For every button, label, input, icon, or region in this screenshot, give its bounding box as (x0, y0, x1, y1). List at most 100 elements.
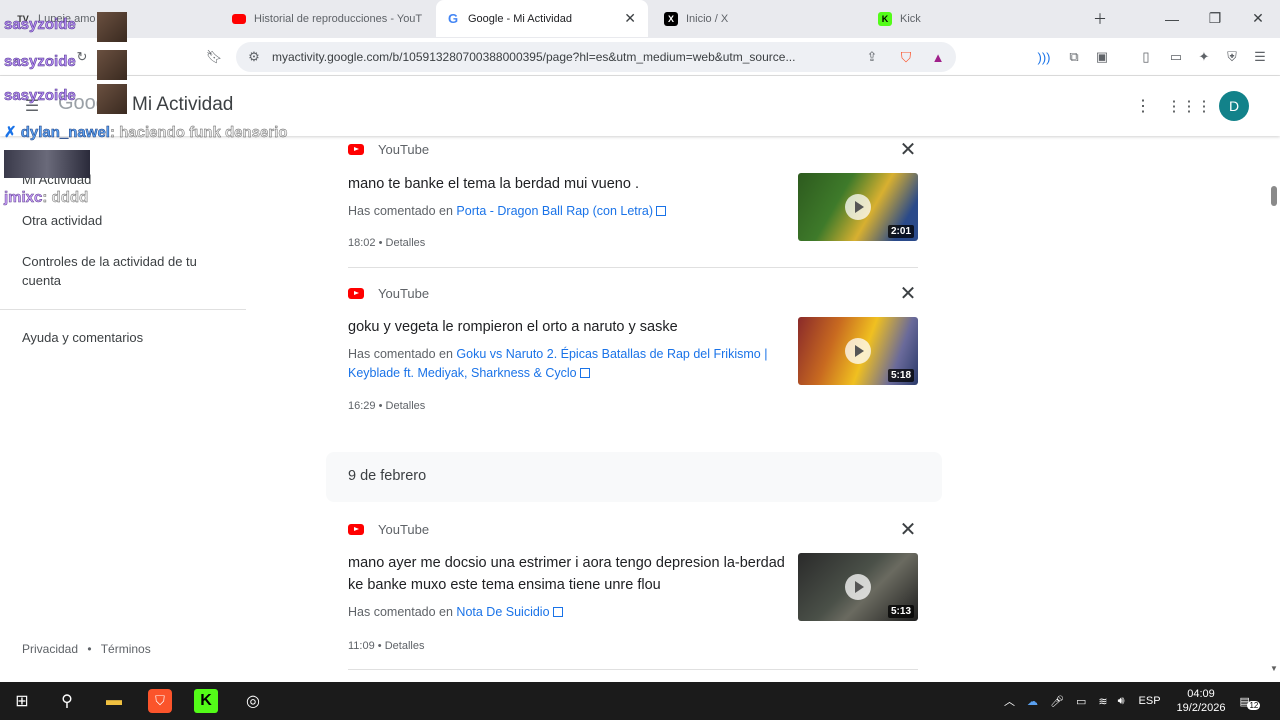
external-link-icon (552, 607, 563, 617)
url-field[interactable]: ⚙ myactivity.google.com/b/10591328070038… (236, 42, 956, 72)
x-icon: X (664, 11, 678, 26)
search-icon[interactable]: ⚲ (53, 687, 81, 715)
date-header: 9 de febrero (326, 452, 942, 502)
video-link[interactable]: Porta - Dragon Ball Rap (con Letra) (456, 204, 667, 218)
avatar[interactable]: D (1219, 91, 1249, 121)
site-settings-icon[interactable]: ⚙ (244, 47, 264, 67)
bookmark-icon[interactable]: 🔖︎ (204, 47, 224, 67)
clock[interactable]: 04:09 19/2/2026 (1177, 687, 1226, 715)
tab-google-activity[interactable]: G Google - Mi Actividad ✕ (436, 0, 648, 37)
video-thumbnail[interactable]: 2:01 (798, 173, 918, 241)
privacy-link[interactable]: Privacidad (22, 642, 78, 656)
overlay-chat-line: jmixc: dddd (4, 189, 89, 207)
sidebar-item-ayuda[interactable]: Ayuda y comentarios (22, 328, 143, 347)
overlay-username: sasyzoide (4, 87, 76, 105)
brave-shield-icon[interactable]: ⛉ (896, 47, 916, 67)
delete-item-icon[interactable]: ✕ (898, 137, 918, 162)
activity-time-row: 16:29 • Detalles (348, 400, 425, 412)
comment-prefix: Has comentado en (348, 347, 453, 361)
share-icon[interactable]: ⇪ (862, 47, 882, 67)
page-scrollbar[interactable]: ▼ (1268, 136, 1280, 682)
item-divider (348, 669, 918, 670)
scrollbar-thumb[interactable] (1271, 186, 1277, 206)
comment-text: goku y vegeta le rompieron el orto a nar… (348, 319, 678, 335)
chat-message: haciendo funk denserio (119, 124, 288, 141)
activity-time: 16:29 (348, 400, 376, 412)
brave-browser-icon[interactable]: ⛉ (148, 689, 172, 713)
brave-rewards-icon[interactable]: ▲ (928, 47, 948, 67)
sidebar: Mi Actividad Otra actividad Controles de… (0, 136, 246, 682)
notification-count: 12 (1247, 700, 1261, 710)
menu-icon[interactable]: ☰ (1250, 47, 1270, 67)
leo-ai-icon[interactable]: ✦ (1194, 47, 1214, 67)
notifications-icon[interactable]: ▤ 12 (1239, 695, 1261, 710)
language-indicator[interactable]: ESP (1139, 695, 1161, 707)
activity-time: 18:02 (348, 237, 376, 249)
activity-item: YouTube ✕ mano ayer me docsio una estrim… (348, 519, 918, 652)
reader-icon[interactable]: ▣ (1092, 47, 1112, 67)
maximize-icon[interactable]: ❐ (1195, 0, 1235, 37)
external-link-icon (656, 206, 667, 216)
cloud-icon[interactable]: ☁ (1027, 695, 1038, 708)
obs-icon[interactable]: ◎ (239, 687, 267, 715)
activity-source: YouTube (348, 522, 429, 537)
kick-app-icon[interactable]: K (194, 689, 218, 713)
battery-icon[interactable]: ▭ (1076, 695, 1086, 708)
tab-label: Google - Mi Actividad (468, 12, 572, 25)
sidebar-toggle-icon[interactable]: ▯ (1136, 47, 1156, 67)
details-link[interactable]: Detalles (386, 400, 426, 412)
wallet-signal-icon[interactable]: ))) (1034, 47, 1054, 67)
vpn-icon[interactable]: ⛨ (1222, 47, 1242, 67)
sidebar-item-otra-actividad[interactable]: Otra actividad (22, 211, 102, 230)
footer-separator: • (87, 642, 92, 656)
wallet-icon[interactable]: ▭ (1166, 47, 1186, 67)
scroll-down-icon[interactable]: ▼ (1270, 664, 1278, 673)
youtube-icon (232, 13, 246, 24)
file-explorer-icon[interactable]: ▬ (100, 687, 128, 715)
activity-time: 11:09 (348, 640, 375, 652)
youtube-icon (348, 288, 364, 299)
more-options-icon[interactable]: ⋮ (1133, 96, 1153, 116)
close-tab-icon[interactable]: ✕ (624, 10, 636, 27)
wifi-icon[interactable]: ≋ (1098, 695, 1107, 708)
video-link[interactable]: Nota De Suicidio (456, 605, 563, 619)
dot-separator: • (377, 640, 382, 652)
activity-item: YouTube ✕ goku y vegeta le rompieron el … (348, 283, 918, 416)
overlay-emote-image (97, 12, 127, 42)
comment-prefix: Has comentado en (348, 605, 453, 619)
close-window-icon[interactable]: ✕ (1238, 0, 1278, 37)
volume-icon[interactable]: 🔊︎ (1118, 695, 1125, 708)
video-duration: 2:01 (887, 225, 914, 238)
sidebar-item-controles[interactable]: Controles de la actividad de tu cuenta (22, 252, 232, 290)
system-tray: ︿ ☁ 🎤︎ ▭ ≋ 🔊︎ ESP 04:09 19/2/2026 ▤ 12 (1004, 682, 1261, 720)
windows-start-icon[interactable]: ⊞ (8, 687, 36, 715)
comment-text: mano te banke el tema la berdad mui vuen… (348, 176, 639, 192)
details-link[interactable]: Detalles (385, 640, 425, 652)
source-label: YouTube (378, 522, 430, 537)
video-thumbnail[interactable]: 5:18 (798, 317, 918, 385)
clock-time: 04:09 (1187, 688, 1215, 700)
delete-item-icon[interactable]: ✕ (898, 517, 918, 542)
delete-item-icon[interactable]: ✕ (898, 281, 918, 306)
overlay-chat-line: ✗ dylan_nawel: haciendo funk denserio (4, 124, 288, 142)
minimize-icon[interactable]: — (1152, 0, 1192, 37)
kick-icon: K (878, 11, 892, 26)
tab-kick[interactable]: K Kick (868, 0, 1080, 37)
microphone-icon[interactable]: 🎤︎ (1050, 695, 1064, 708)
new-tab-icon[interactable]: ＋ (1080, 0, 1120, 37)
play-icon (845, 194, 871, 220)
tray-expand-icon[interactable]: ︿ (1004, 693, 1015, 709)
extensions-icon[interactable]: ⧉ (1064, 47, 1084, 67)
comment-context: Has comentado en Nota De Suicidio (348, 603, 793, 622)
activity-item: YouTube ✕ mano te banke el tema la berda… (348, 139, 918, 266)
video-thumbnail[interactable]: 5:13 (798, 553, 918, 621)
tab-youtube-history[interactable]: Historial de reproducciones - YouT (222, 0, 434, 37)
terms-link[interactable]: Términos (101, 642, 151, 656)
play-icon (845, 338, 871, 364)
chat-username: jmixc (4, 189, 43, 207)
address-bar-row: ← → ↻ 🔖︎ ⚙ myactivity.google.com/b/10591… (0, 38, 1280, 76)
tab-x[interactable]: X Inicio / X (654, 0, 866, 37)
apps-grid-icon[interactable]: ⋮⋮⋮ (1167, 96, 1212, 116)
sidebar-divider (0, 309, 246, 310)
details-link[interactable]: Detalles (386, 237, 426, 249)
